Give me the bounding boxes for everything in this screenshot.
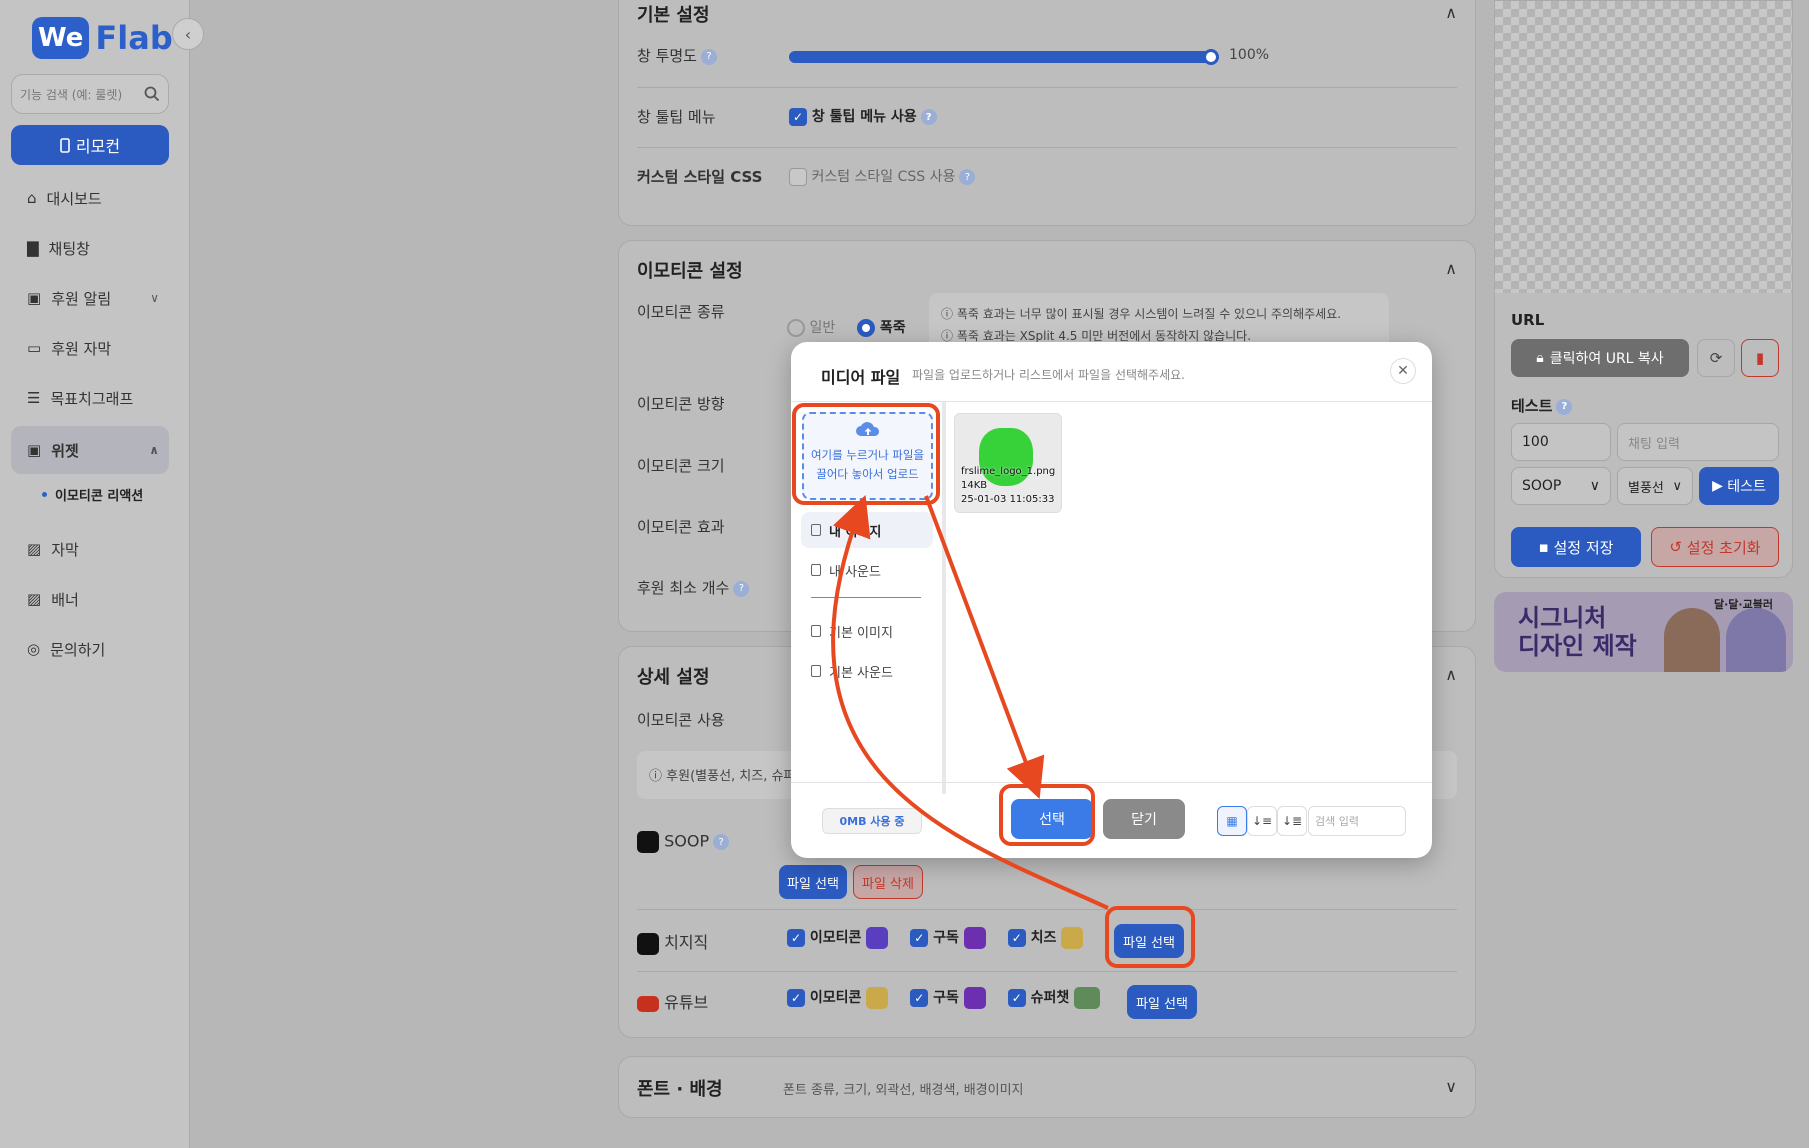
- arrow-to-upload: [831, 494, 1109, 910]
- arrow-to-select: [924, 495, 1045, 799]
- annotation-arrows: [831, 494, 1109, 910]
